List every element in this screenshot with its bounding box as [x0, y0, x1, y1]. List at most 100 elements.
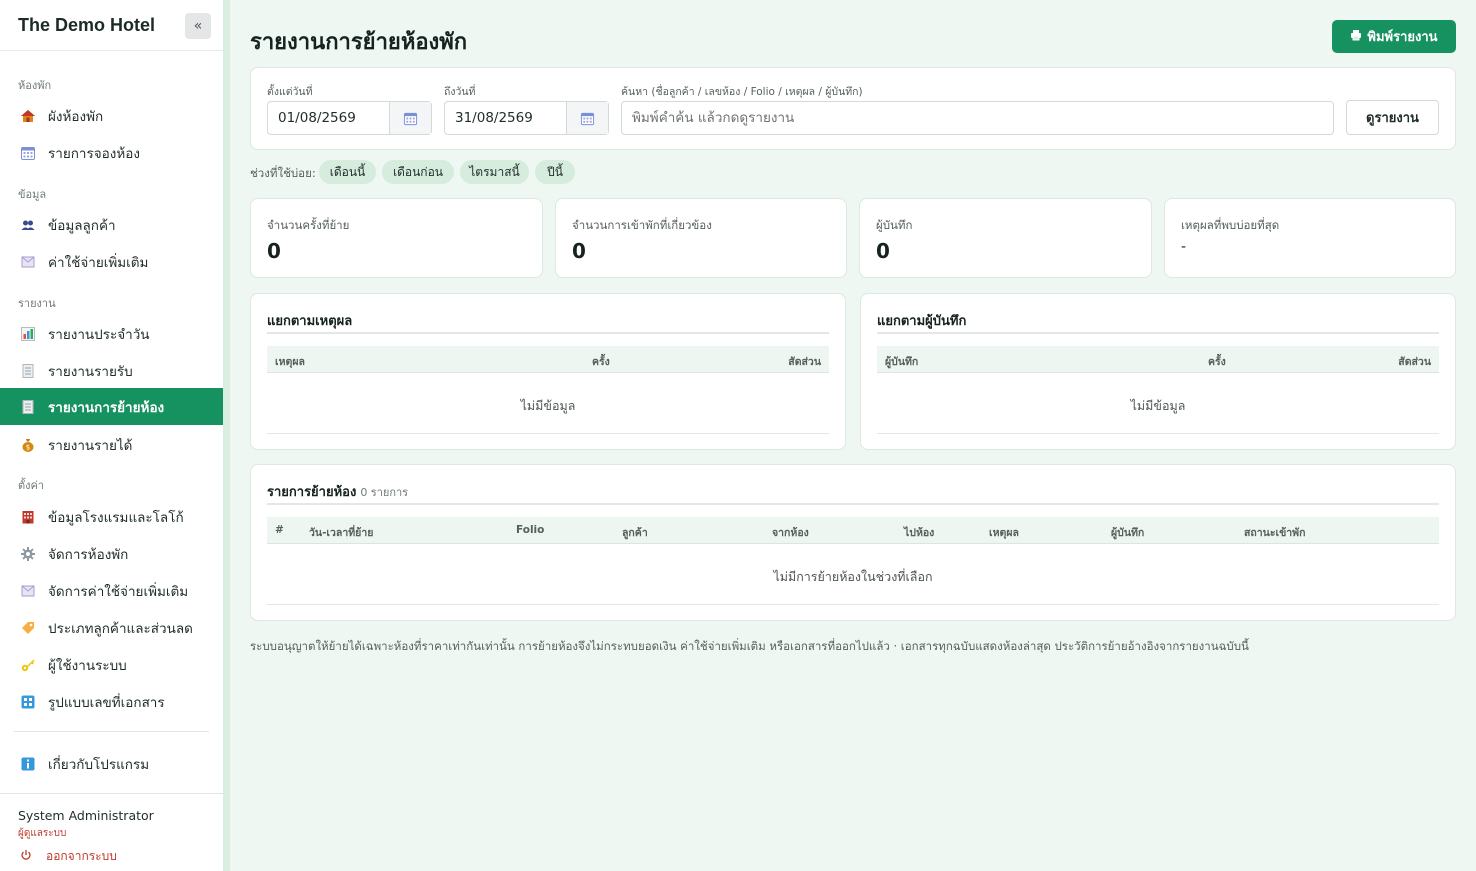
to-date-value: 31/08/2569 [455, 110, 533, 126]
stat-card-recorders [859, 198, 1152, 278]
numbers-icon [20, 694, 36, 710]
sidebar-item-revenue-report[interactable]: $ รายงานรายได้ [0, 426, 223, 463]
document-icon [20, 363, 36, 379]
sidebar-item-label: ผู้ใช้งานระบบ [48, 657, 127, 674]
by-recorder-title: แยกตามผู้บันทึก [877, 314, 967, 329]
divider [267, 332, 829, 334]
column-header: ลูกค้า [622, 527, 648, 539]
empty-message: ไม่มีข้อมูล [520, 398, 576, 413]
by-reason-title: แยกตามเหตุผล [267, 314, 353, 329]
column-header: ไปห้อง [904, 527, 935, 539]
calendar-icon[interactable] [389, 102, 431, 134]
sidebar-item-receipts-report[interactable]: รายงานรายรับ [0, 352, 223, 389]
divider [267, 604, 1439, 605]
sidebar-item-manage-rooms[interactable]: จัดการห้องพัก [0, 535, 223, 572]
quick-range-this-quarter[interactable]: ไตรมาสนี้ [460, 160, 529, 184]
sidebar-item-room-map[interactable]: ผังห้องพัก [0, 97, 223, 134]
quick-range-label: ช่วงที่ใช้บ่อย: [250, 166, 316, 180]
print-report-button[interactable]: พิมพ์รายงาน [1332, 20, 1456, 53]
quick-range-last-month[interactable]: เดือนก่อน [382, 160, 454, 184]
print-report-label: พิมพ์รายงาน [1367, 30, 1438, 45]
view-report-button[interactable]: ดูรายงาน [1346, 100, 1439, 135]
stat-label: ผู้บันทึก [876, 218, 913, 232]
receipt-icon [20, 583, 36, 599]
table-header: เหตุผล ครั้ง สัดส่วน [267, 346, 829, 373]
sidebar-item-label: รายงานประจำวัน [48, 326, 150, 343]
sidebar-item-daily-report[interactable]: รายงานประจำวัน [0, 315, 223, 352]
table-header: ผู้บันทึก ครั้ง สัดส่วน [877, 346, 1439, 373]
sidebar-item-label: เกี่ยวกับโปรแกรม [48, 756, 150, 773]
from-date-label: ตั้งแต่วันที่ [267, 86, 313, 98]
stat-value: - [1181, 239, 1187, 255]
house-icon [20, 108, 36, 124]
divider [267, 503, 1439, 505]
moves-title-text: รายการย้ายห้อง [267, 485, 357, 500]
empty-message: ไม่มีการย้ายห้องในช่วงที่เลือก [773, 569, 933, 584]
calendar-icon [20, 145, 36, 161]
sidebar-scroll-edge [223, 0, 230, 871]
people-icon [20, 217, 36, 233]
power-icon [20, 849, 32, 864]
stat-value: 0 [267, 239, 281, 263]
stat-label: จำนวนการเข้าพักที่เกี่ยวข้อง [572, 218, 712, 232]
sidebar-item-document-numbering[interactable]: รูปแบบเลขที่เอกสาร [0, 683, 223, 720]
sidebar-item-label: ข้อมูลลูกค้า [48, 217, 116, 234]
gear-icon [20, 546, 36, 562]
sidebar: The Demo Hotel « ห้องพัก ผังห้องพัก รายก… [0, 0, 223, 871]
info-icon [20, 756, 36, 772]
divider [14, 731, 209, 732]
stat-value: 0 [572, 239, 586, 263]
sidebar-item-extra-charges[interactable]: ค่าใช้จ่ายเพิ่มเติม [0, 243, 223, 280]
column-header: เหตุผล [989, 527, 1019, 539]
column-header: ครั้ง [592, 356, 610, 368]
divider [877, 433, 1439, 434]
sidebar-item-customer-types[interactable]: ประเภทลูกค้าและส่วนลด [0, 609, 223, 646]
sidebar-item-label: รายงานรายได้ [48, 437, 133, 454]
logout-button[interactable]: ออกจากระบบ [20, 847, 117, 866]
footnote: ระบบอนุญาตให้ย้ายได้เฉพาะห้องที่ราคาเท่า… [250, 639, 1249, 653]
sidebar-item-label: จัดการค่าใช้จ่ายเพิ่มเติม [48, 583, 189, 600]
sidebar-item-bookings[interactable]: รายการจองห้อง [0, 134, 223, 171]
to-date-field[interactable]: 31/08/2569 [444, 101, 609, 135]
money-bag-icon: $ [20, 437, 36, 453]
quick-range-this-month[interactable]: เดือนนี้ [319, 160, 376, 184]
sidebar-item-users[interactable]: ผู้ใช้งานระบบ [0, 646, 223, 683]
document-icon [20, 399, 36, 415]
sidebar-item-about[interactable]: เกี่ยวกับโปรแกรม [0, 745, 223, 782]
column-header: # [275, 524, 284, 536]
building-icon [20, 509, 36, 525]
moves-count: 0 รายการ [360, 486, 409, 499]
section-label-reports: รายงาน [18, 297, 56, 310]
divider [267, 433, 829, 434]
sidebar-item-label: ผังห้องพัก [48, 108, 104, 125]
section-label-settings: ตั้งค่า [18, 479, 45, 492]
stat-card-stays [555, 198, 847, 278]
moves-title: รายการย้ายห้อง 0 รายการ [267, 481, 408, 502]
key-icon [20, 657, 36, 673]
sidebar-item-label: ค่าใช้จ่ายเพิ่มเติม [48, 254, 149, 271]
table-header: # วัน-เวลาที่ย้าย Folio ลูกค้า จากห้อง ไ… [267, 517, 1439, 544]
svg-text:$: $ [26, 443, 30, 451]
stat-value: 0 [876, 239, 890, 263]
section-label-rooms: ห้องพัก [18, 79, 52, 92]
empty-message: ไม่มีข้อมูล [1130, 398, 1186, 413]
stat-label: จำนวนครั้งที่ย้าย [267, 218, 350, 232]
quick-range-this-year[interactable]: ปีนี้ [535, 160, 575, 184]
sidebar-item-customers[interactable]: ข้อมูลลูกค้า [0, 206, 223, 243]
sidebar-item-label: จัดการห้องพัก [48, 546, 129, 563]
column-header: สถานะเข้าพัก [1244, 527, 1306, 539]
sidebar-item-room-move-report[interactable]: รายงานการย้ายห้อง [0, 388, 223, 425]
sidebar-item-label: รูปแบบเลขที่เอกสาร [48, 694, 165, 711]
column-header: ครั้ง [1208, 356, 1226, 368]
column-header: ผู้บันทึก [1111, 527, 1145, 539]
collapse-sidebar-button[interactable]: « [185, 13, 211, 39]
logout-label: ออกจากระบบ [46, 849, 117, 863]
sidebar-item-manage-extra-charges[interactable]: จัดการค่าใช้จ่ายเพิ่มเติม [0, 572, 223, 609]
from-date-field[interactable]: 01/08/2569 [267, 101, 432, 135]
sidebar-item-hotel-info[interactable]: ข้อมูลโรงแรมและโลโก้ [0, 498, 223, 535]
search-input[interactable] [621, 101, 1334, 135]
calendar-icon[interactable] [566, 102, 608, 134]
column-header: Folio [516, 524, 545, 536]
section-label-data: ข้อมูล [18, 188, 47, 201]
divider [0, 793, 223, 794]
